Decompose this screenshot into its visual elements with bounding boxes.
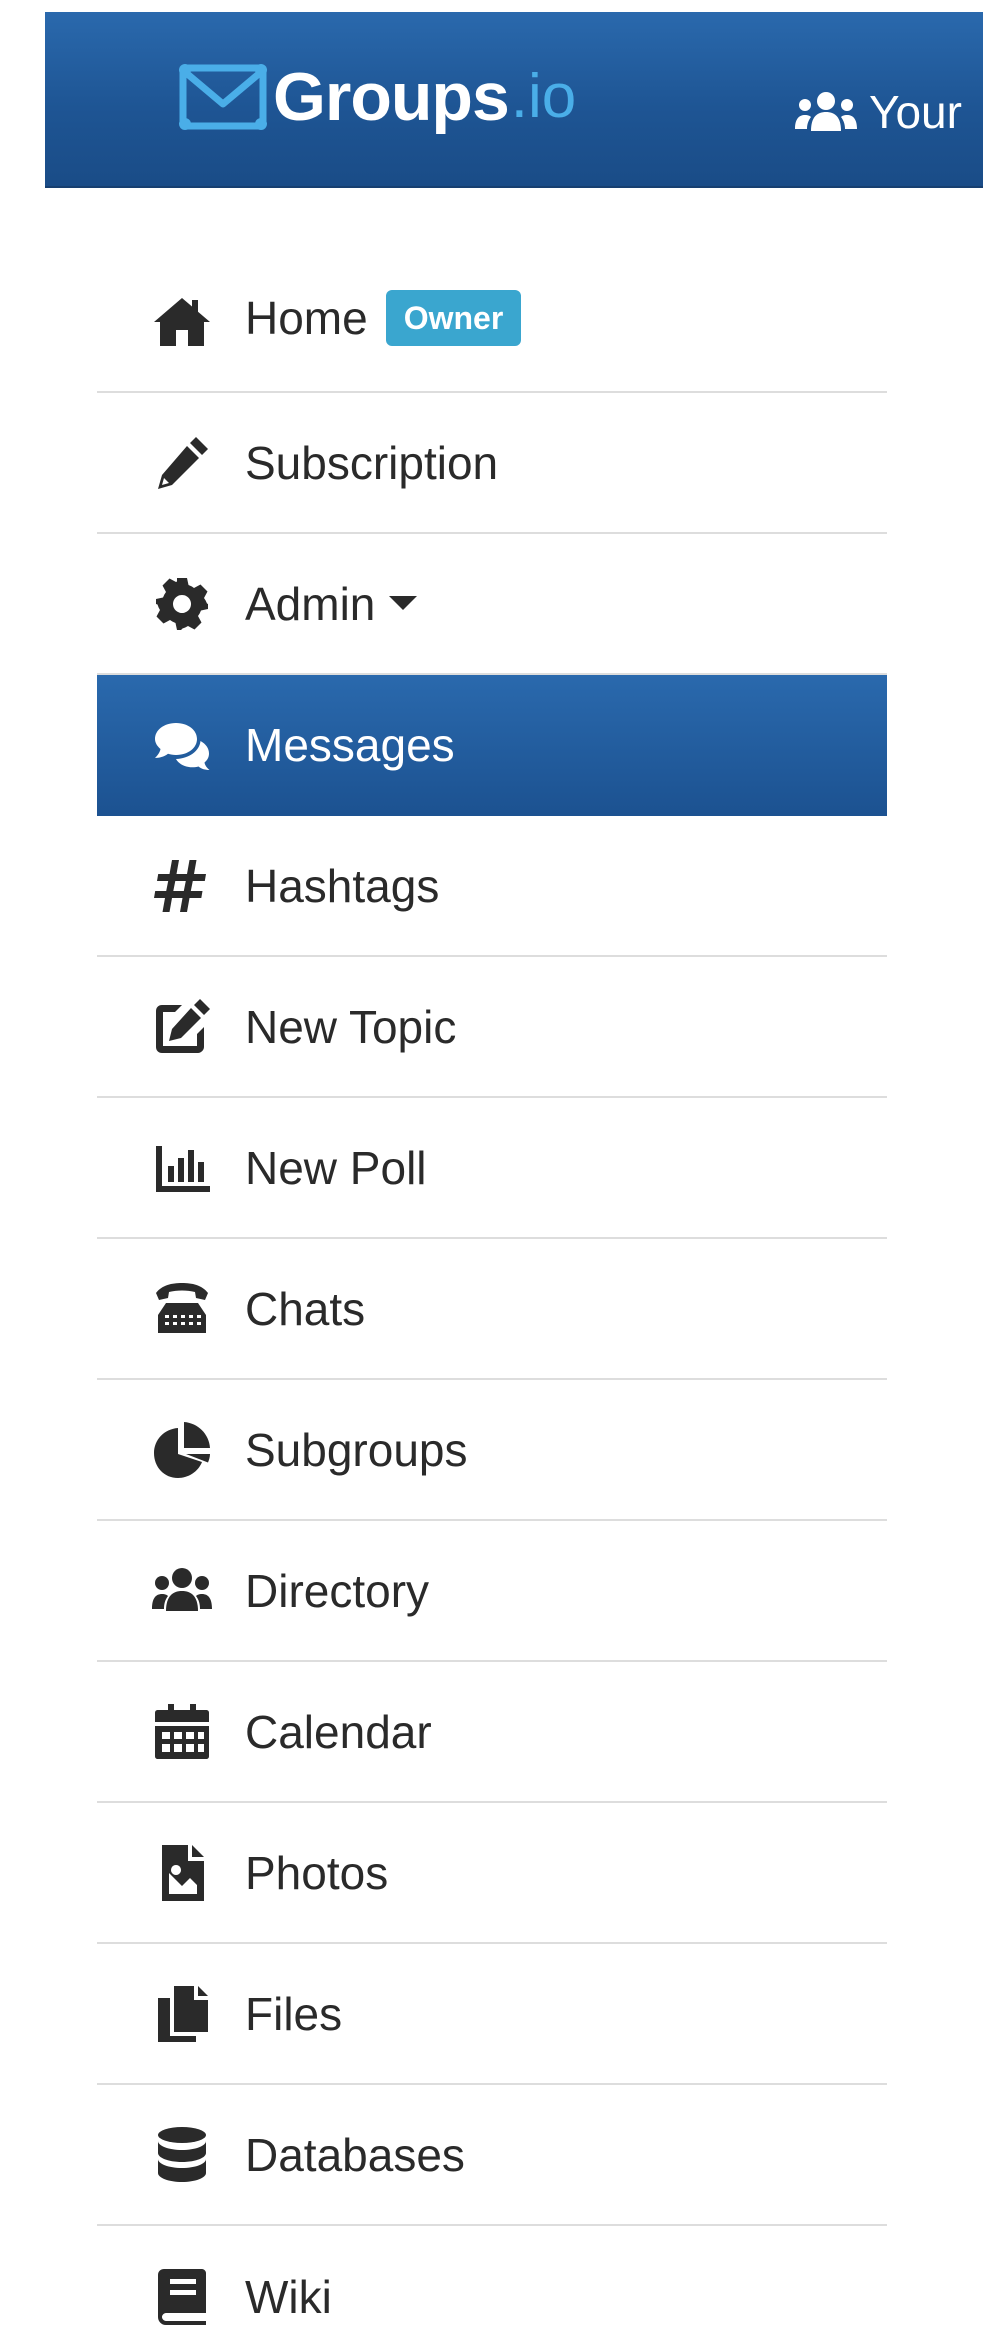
your-groups-label: Your [869,86,962,138]
caret-down-icon [389,596,418,611]
menu-item-hashtags[interactable]: Hashtags [97,816,887,957]
owner-badge: Owner [385,289,522,346]
menu-item-new-topic[interactable]: New Topic [97,957,887,1098]
menu-item-directory[interactable]: Directory [97,1521,887,1662]
menu-item-label: Messages [245,718,455,771]
users-icon [795,92,857,131]
menu-item-new-poll[interactable]: New Poll [97,1098,887,1239]
image-file-icon [149,1840,215,1906]
top-navbar: Groups .io Your [45,12,983,188]
menu-item-label: Wiki [245,2270,332,2323]
users-icon [149,1558,215,1624]
menu-item-label: New Poll [245,1141,427,1194]
gear-icon [149,571,215,637]
menu-item-label: Photos [245,1846,389,1899]
edit-icon [149,994,215,1060]
menu-item-label: New Topic [245,1000,457,1053]
hashtag-icon [149,853,215,919]
menu-item-wiki[interactable]: Wiki [97,2226,887,2351]
menu-item-label: Databases [245,2128,465,2181]
menu-item-label: Admin [245,577,376,630]
menu-item-home[interactable]: Home Owner [97,252,887,393]
your-groups-link[interactable]: Your [795,72,962,152]
menu-item-label: Directory [245,1564,430,1617]
menu-item-label: Chats [245,1282,366,1335]
home-icon [149,289,215,355]
database-icon [149,2122,215,2188]
menu-item-label: Hashtags [245,859,440,912]
menu-item-subscription[interactable]: Subscription [97,393,887,534]
menu-item-label: Home [245,291,368,344]
book-icon [149,2264,215,2330]
menu-item-files[interactable]: Files [97,1944,887,2085]
menu-item-calendar[interactable]: Calendar [97,1662,887,1803]
menu-item-label: Files [245,1987,343,2040]
brand-name: Groups [273,59,510,135]
page: Groups .io Your Home Owner Subscription … [0,0,983,2351]
files-icon [149,1981,215,2047]
pencil-icon [149,430,215,496]
envelope-logo-icon [179,64,267,130]
calendar-icon [149,1699,215,1765]
menu-item-label: Subgroups [245,1423,468,1476]
menu-item-databases[interactable]: Databases [97,2085,887,2226]
menu-item-admin[interactable]: Admin [97,534,887,675]
menu-item-label: Subscription [245,436,499,489]
pie-chart-icon [149,1417,215,1483]
brand-suffix: .io [510,62,577,131]
comments-icon [149,712,215,778]
menu-item-subgroups[interactable]: Subgroups [97,1380,887,1521]
menu-item-chats[interactable]: Chats [97,1239,887,1380]
phone-icon [149,1276,215,1342]
menu-item-messages[interactable]: Messages [97,675,887,816]
group-menu: Home Owner Subscription Admin Messages H… [97,252,887,2351]
menu-item-photos[interactable]: Photos [97,1803,887,1944]
menu-item-label: Calendar [245,1705,432,1758]
brand-logo[interactable]: Groups .io [177,52,576,142]
bar-chart-icon [149,1135,215,1201]
